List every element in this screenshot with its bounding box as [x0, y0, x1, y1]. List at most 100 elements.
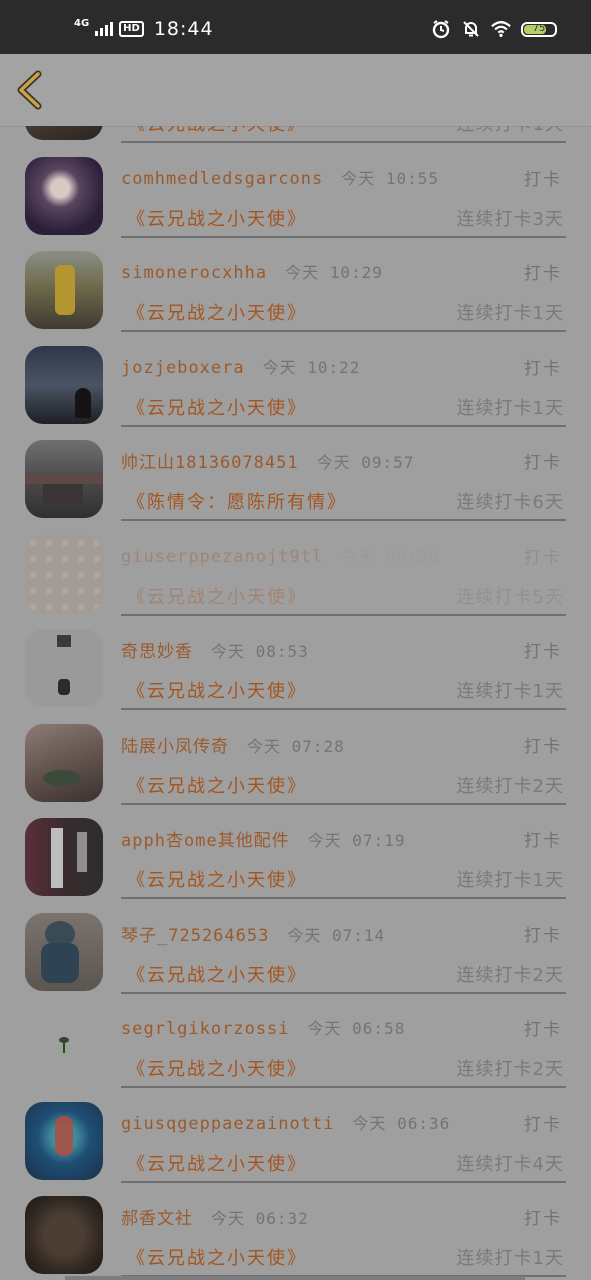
username: giusqgeppaezainotti 今天 06:36 — [121, 1113, 451, 1134]
streak-count: 连续打卡1天 — [456, 1248, 564, 1269]
checkin-label: 打卡 — [524, 925, 562, 946]
mute-bell-icon — [463, 21, 479, 37]
username: jozjeboxera 今天 10:22 — [121, 357, 361, 378]
checkin-label: 打卡 — [524, 642, 562, 662]
streak-count: 连续打卡1天 — [456, 397, 564, 419]
status-bar: 4G HD 18:44 75 — [0, 0, 591, 54]
timestamp: 今天 06:58 — [307, 1019, 406, 1038]
streak-count: 连续打卡5天 — [456, 586, 564, 608]
timestamp: 今天 06:32 — [211, 1209, 309, 1228]
avatar[interactable] — [25, 1196, 103, 1274]
list-item[interactable]: apph杏ome其他配件 今天 07:19 打卡 《云兄战之小天使》 连续打卡1天 — [0, 818, 591, 913]
book-title[interactable]: 《云兄战之小天使》 — [127, 866, 307, 892]
avatar[interactable] — [25, 1101, 103, 1180]
hd-badge: HD — [119, 21, 144, 37]
list-item[interactable]: jozjeboxera 今天 10:22 打卡 《云兄战之小天使》 连续打卡1天 — [0, 345, 591, 441]
list-item[interactable]: 奇思妙香 今天 08:53 打卡 《云兄战之小天使》 连续打卡1天 — [0, 629, 591, 724]
chevron-left-icon[interactable] — [14, 70, 46, 110]
header-bar — [0, 54, 591, 127]
battery-level: 75 — [532, 22, 546, 34]
avatar[interactable] — [25, 534, 103, 613]
checkin-label: 打卡 — [524, 358, 562, 379]
book-title[interactable]: 《云兄战之小天使》 — [127, 1244, 307, 1270]
avatar[interactable] — [25, 629, 103, 707]
username: 帅江山18136078451 今天 09:57 — [121, 453, 415, 473]
list-item[interactable]: 陆展小凤传奇 今天 07:28 打卡 《云兄战之小天使》 连续打卡2天 — [0, 723, 591, 819]
avatar[interactable] — [25, 156, 103, 235]
timestamp: 今天 07:19 — [307, 831, 406, 850]
timestamp: 今天 10:29 — [285, 263, 383, 282]
wifi-icon — [491, 21, 511, 37]
list-item[interactable]: giuserppezanojt9tl 今天 09:36 打卡 《云兄战之小天使》 … — [0, 534, 591, 630]
list-item[interactable]: giusqgeppaezainotti 今天 06:36 打卡 《云兄战之小天使》… — [0, 1101, 591, 1197]
avatar[interactable] — [25, 818, 103, 896]
book-title[interactable]: 《云兄战之小天使》 — [127, 394, 307, 420]
avatar[interactable] — [25, 723, 103, 802]
network-type: 4G — [74, 17, 90, 29]
username: 琴子_725264653 今天 07:14 — [121, 925, 386, 946]
streak-count: 连续打卡3天 — [456, 208, 564, 230]
username: giuserppezanojt9tl 今天 09:36 — [121, 546, 440, 567]
list-item[interactable]: simonerocxhha 今天 10:29 打卡 《云兄战之小天使》 连续打卡1… — [0, 251, 591, 346]
book-title[interactable]: 《云兄战之小天使》 — [127, 772, 307, 798]
checkin-label: 打卡 — [524, 264, 562, 284]
streak-count: 连续打卡1天 — [456, 681, 564, 702]
list-item[interactable]: segrlgikorzossi 今天 06:58 打卡 《云兄战之小天使》 连续打… — [0, 1007, 591, 1102]
checkin-label: 打卡 — [524, 831, 562, 851]
timestamp: 今天 10:22 — [262, 357, 361, 377]
list-item[interactable]: 琴子_725264653 今天 07:14 打卡 《云兄战之小天使》 连续打卡2天 — [0, 912, 591, 1008]
book-title[interactable]: 《云兄战之小天使》 — [127, 1150, 307, 1176]
book-title[interactable]: 《云兄战之小天使》 — [127, 1055, 307, 1081]
scroll-indicator — [65, 1276, 525, 1280]
checkin-list[interactable]: 《云兄战之小天使》 连续打卡1天 comhmedledsgarcons今天 10… — [0, 126, 591, 1280]
streak-count: 连续打卡2天 — [456, 775, 564, 797]
book-title[interactable]: 《云兄战之小天使》 — [127, 126, 307, 136]
username: 奇思妙香 今天 08:53 — [121, 642, 309, 662]
list-item[interactable]: 帅江山18136078451 今天 09:57 打卡 《陈情令：愿陈所有情》 连续… — [0, 440, 591, 535]
streak-count: 连续打卡2天 — [456, 1059, 564, 1080]
timestamp: 今天 10:55 — [341, 168, 440, 188]
list-item[interactable]: 郝香文社 今天 06:32 打卡 《云兄战之小天使》 连续打卡1天 — [0, 1196, 591, 1280]
list-item[interactable]: 《云兄战之小天使》 连续打卡1天 — [0, 126, 591, 157]
clock: 18:44 — [153, 18, 214, 40]
streak-count: 连续打卡4天 — [456, 1153, 564, 1175]
book-title[interactable]: 《云兄战之小天使》 — [127, 299, 307, 325]
book-title[interactable]: 《陈情令：愿陈所有情》 — [127, 488, 347, 514]
timestamp: 今天 09:57 — [316, 453, 415, 472]
checkin-label: 打卡 — [524, 736, 562, 757]
timestamp: 今天 06:36 — [352, 1113, 451, 1133]
streak-count: 连续打卡6天 — [456, 492, 564, 513]
alarm-icon — [432, 20, 450, 39]
list-item[interactable]: comhmedledsgarcons 今天 10:55 打卡 《云兄战之小天使》 … — [0, 156, 591, 252]
streak-count: 连续打卡1天 — [456, 870, 564, 891]
avatar[interactable] — [25, 440, 103, 518]
checkin-label: 打卡 — [524, 547, 562, 568]
avatar[interactable] — [25, 251, 103, 329]
avatar[interactable] — [25, 126, 103, 140]
streak-count: 连续打卡1天 — [456, 303, 564, 324]
book-title[interactable]: 《云兄战之小天使》 — [127, 205, 307, 231]
timestamp: 今天 07:28 — [247, 736, 345, 756]
username: 郝香文社 今天 06:32 — [121, 1209, 309, 1229]
username: simonerocxhha 今天 10:29 — [121, 263, 383, 283]
avatar[interactable] — [25, 912, 103, 991]
timestamp: 今天 09:36 — [341, 546, 440, 566]
book-title[interactable]: 《云兄战之小天使》 — [127, 961, 307, 987]
signal-icon — [95, 22, 114, 36]
timestamp: 今天 08:53 — [211, 642, 309, 661]
battery-icon: 75 — [521, 21, 557, 37]
username: 陆展小凤传奇 今天 07:28 — [121, 736, 345, 757]
checkin-label: 打卡 — [524, 169, 562, 190]
checkin-label: 打卡 — [524, 453, 562, 473]
streak-count: 连续打卡2天 — [456, 964, 564, 986]
timestamp: 今天 07:14 — [287, 925, 386, 945]
checkin-label: 打卡 — [524, 1114, 562, 1135]
avatar[interactable] — [25, 1007, 103, 1085]
avatar[interactable] — [25, 345, 103, 424]
checkin-label: 打卡 — [524, 1209, 562, 1229]
book-title[interactable]: 《云兄战之小天使》 — [127, 677, 307, 703]
streak-count: 连续打卡1天 — [457, 126, 564, 136]
checkin-label: 打卡 — [524, 1020, 562, 1040]
username: apph杏ome其他配件 今天 07:19 — [121, 831, 406, 851]
book-title[interactable]: 《云兄战之小天使》 — [127, 583, 307, 609]
